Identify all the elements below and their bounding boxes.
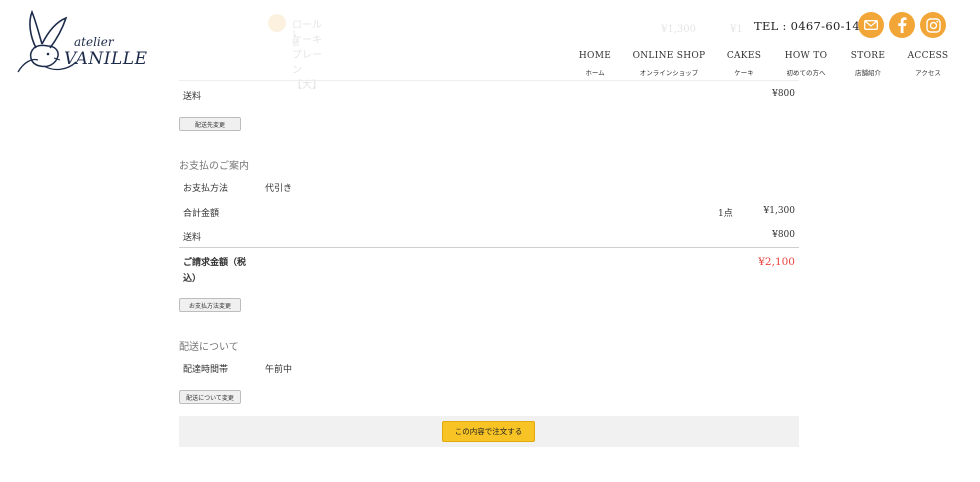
shipping-label: 送料 (183, 92, 202, 102)
nav-home[interactable]: HOME ホーム (575, 51, 615, 77)
change-address-button[interactable]: 配送先変更 (179, 117, 241, 131)
payment-shipping-label: 送料 (183, 233, 202, 243)
svg-text:atelier: atelier (74, 35, 115, 49)
payment-method-value: 代引き (265, 184, 293, 194)
delivery-time-value: 午前中 (265, 365, 293, 375)
nav-cakes[interactable]: CAKES ケーキ (724, 51, 764, 77)
nav-how-to-sub: 初めての方へ (786, 69, 826, 77)
shipping-value: ¥800 (772, 89, 795, 99)
nav-cakes-sub: ケーキ (734, 69, 754, 77)
payment-shipping-value: ¥800 (772, 230, 795, 240)
nav-access-label: ACCESS (907, 51, 949, 61)
nav-how-to-label: HOW TO (784, 51, 828, 61)
product-col-faded: ¥1 (730, 24, 743, 35)
facebook-icon[interactable] (889, 12, 915, 38)
total-value: ¥1,300 (763, 206, 796, 216)
nav-store[interactable]: STORE 店舗紹介 (847, 51, 889, 77)
product-thumbnail (268, 14, 286, 32)
delivery-time-label: 配達時間帯 (183, 365, 229, 375)
mail-icon[interactable] (858, 12, 884, 38)
nav-access[interactable]: ACCESS アクセス (906, 51, 950, 77)
billing-label: ご請求金額（税 (183, 258, 247, 268)
nav-home-sub: ホーム (585, 69, 605, 77)
nav-online-shop-label: ONLINE SHOP (632, 51, 706, 61)
product-price: ¥1,300 (661, 24, 696, 35)
instagram-icon[interactable] (920, 12, 946, 38)
nav-how-to[interactable]: HOW TO 初めての方へ (781, 51, 831, 77)
divider (179, 80, 799, 81)
change-delivery-button[interactable]: 配送について変更 (179, 390, 241, 404)
change-payment-button[interactable]: お支払方法変更 (179, 298, 241, 312)
billing-value: ¥2,100 (758, 256, 795, 268)
nav-online-shop[interactable]: ONLINE SHOP オンラインショップ (631, 51, 707, 77)
nav-home-label: HOME (578, 51, 612, 61)
billing-label-cont: 込） (183, 274, 202, 284)
total-label: 合計金額 (183, 209, 220, 219)
nav-access-sub: アクセス (915, 69, 941, 77)
logo[interactable]: atelier VANILLE (14, 8, 148, 76)
product-quantity: 1個 (292, 30, 299, 47)
nav-cakes-label: CAKES (726, 51, 762, 61)
nav-store-sub: 店舗紹介 (855, 69, 881, 77)
payment-method-label: お支払方法 (183, 184, 229, 194)
svg-text:VANILLE: VANILLE (64, 49, 148, 69)
rabbit-logo-icon: atelier VANILLE (17, 9, 148, 73)
divider (179, 247, 799, 248)
payment-section-title: お支払のご案内 (179, 161, 249, 172)
place-order-button[interactable]: この内容で注文する (442, 421, 535, 442)
nav-store-label: STORE (850, 51, 886, 61)
nav-online-shop-sub: オンラインショップ (639, 69, 699, 77)
delivery-section-title: 配送について (179, 342, 239, 353)
